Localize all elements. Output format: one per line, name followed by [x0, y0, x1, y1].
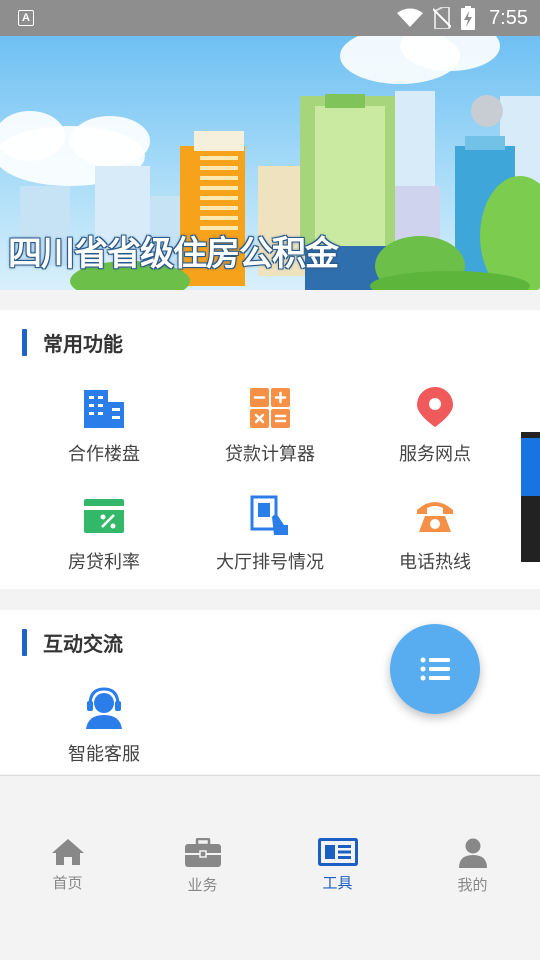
newspaper-icon	[317, 838, 358, 866]
status-bar: A 7:55	[0, 0, 540, 36]
section-accent-bar	[22, 329, 27, 356]
side-floating-tab[interactable]	[521, 432, 540, 562]
nav-label: 我的	[457, 876, 488, 894]
func-partner-properties[interactable]: 合作楼盘	[14, 386, 194, 466]
a-letter-icon: A	[18, 10, 34, 26]
section-title: 互动交流	[43, 632, 123, 656]
section-header: 常用功能	[22, 328, 123, 357]
wifi-icon	[397, 8, 424, 27]
building-icon	[82, 386, 126, 430]
location-pin-icon	[413, 386, 457, 430]
calculator-icon	[248, 386, 292, 430]
func-label: 智能客服	[68, 744, 140, 765]
side-tab-highlight	[521, 438, 540, 496]
func-label: 大厅排号情况	[216, 552, 324, 573]
phone-icon	[413, 494, 457, 538]
nav-label: 业务	[187, 876, 218, 894]
func-service-outlets[interactable]: 服务网点	[345, 386, 525, 466]
user-icon	[458, 838, 487, 868]
func-smart-customer-service[interactable]: 智能客服	[14, 686, 194, 766]
nav-mine[interactable]: 我的	[405, 838, 540, 895]
func-loan-calculator[interactable]: 贷款计算器	[180, 386, 360, 466]
func-hall-queue[interactable]: 大厅排号情况	[180, 494, 360, 574]
func-phone-hotline[interactable]: 电话热线	[345, 494, 525, 574]
func-label: 电话热线	[399, 552, 471, 573]
func-label: 贷款计算器	[225, 444, 315, 465]
bottom-nav: 首页 业务 工具 我的	[0, 775, 540, 960]
section-accent-bar	[22, 629, 27, 656]
list-menu-icon	[420, 657, 450, 681]
customer-service-icon	[82, 686, 126, 730]
briefcase-icon	[184, 838, 221, 867]
func-mortgage-rate[interactable]: 房贷利率	[14, 494, 194, 574]
nav-label: 工具	[322, 874, 353, 892]
queue-ticket-icon	[248, 494, 292, 538]
nav-tools[interactable]: 工具	[270, 838, 405, 893]
func-label: 合作楼盘	[68, 444, 140, 465]
nav-label: 首页	[52, 874, 83, 892]
rate-card-icon	[82, 494, 126, 538]
no-sim-icon	[433, 7, 452, 29]
func-label: 房贷利率	[68, 552, 140, 573]
status-time: 7:55	[489, 6, 528, 29]
func-label: 服务网点	[399, 444, 471, 465]
common-functions-card: 常用功能 合作楼盘 贷款计算器 服务网点 房贷利率 大厅排号情况 电话热线	[0, 310, 540, 589]
nav-home[interactable]: 首页	[0, 838, 135, 893]
nav-business[interactable]: 业务	[135, 838, 270, 895]
battery-charging-icon	[461, 6, 476, 30]
section-title: 常用功能	[43, 332, 123, 356]
floating-menu-button[interactable]	[390, 624, 480, 714]
banner-title: 四川省省级住房公积金	[8, 234, 339, 274]
home-icon	[51, 839, 84, 865]
section-header: 互动交流	[22, 628, 123, 657]
banner[interactable]: 四川省省级住房公积金	[0, 36, 540, 290]
